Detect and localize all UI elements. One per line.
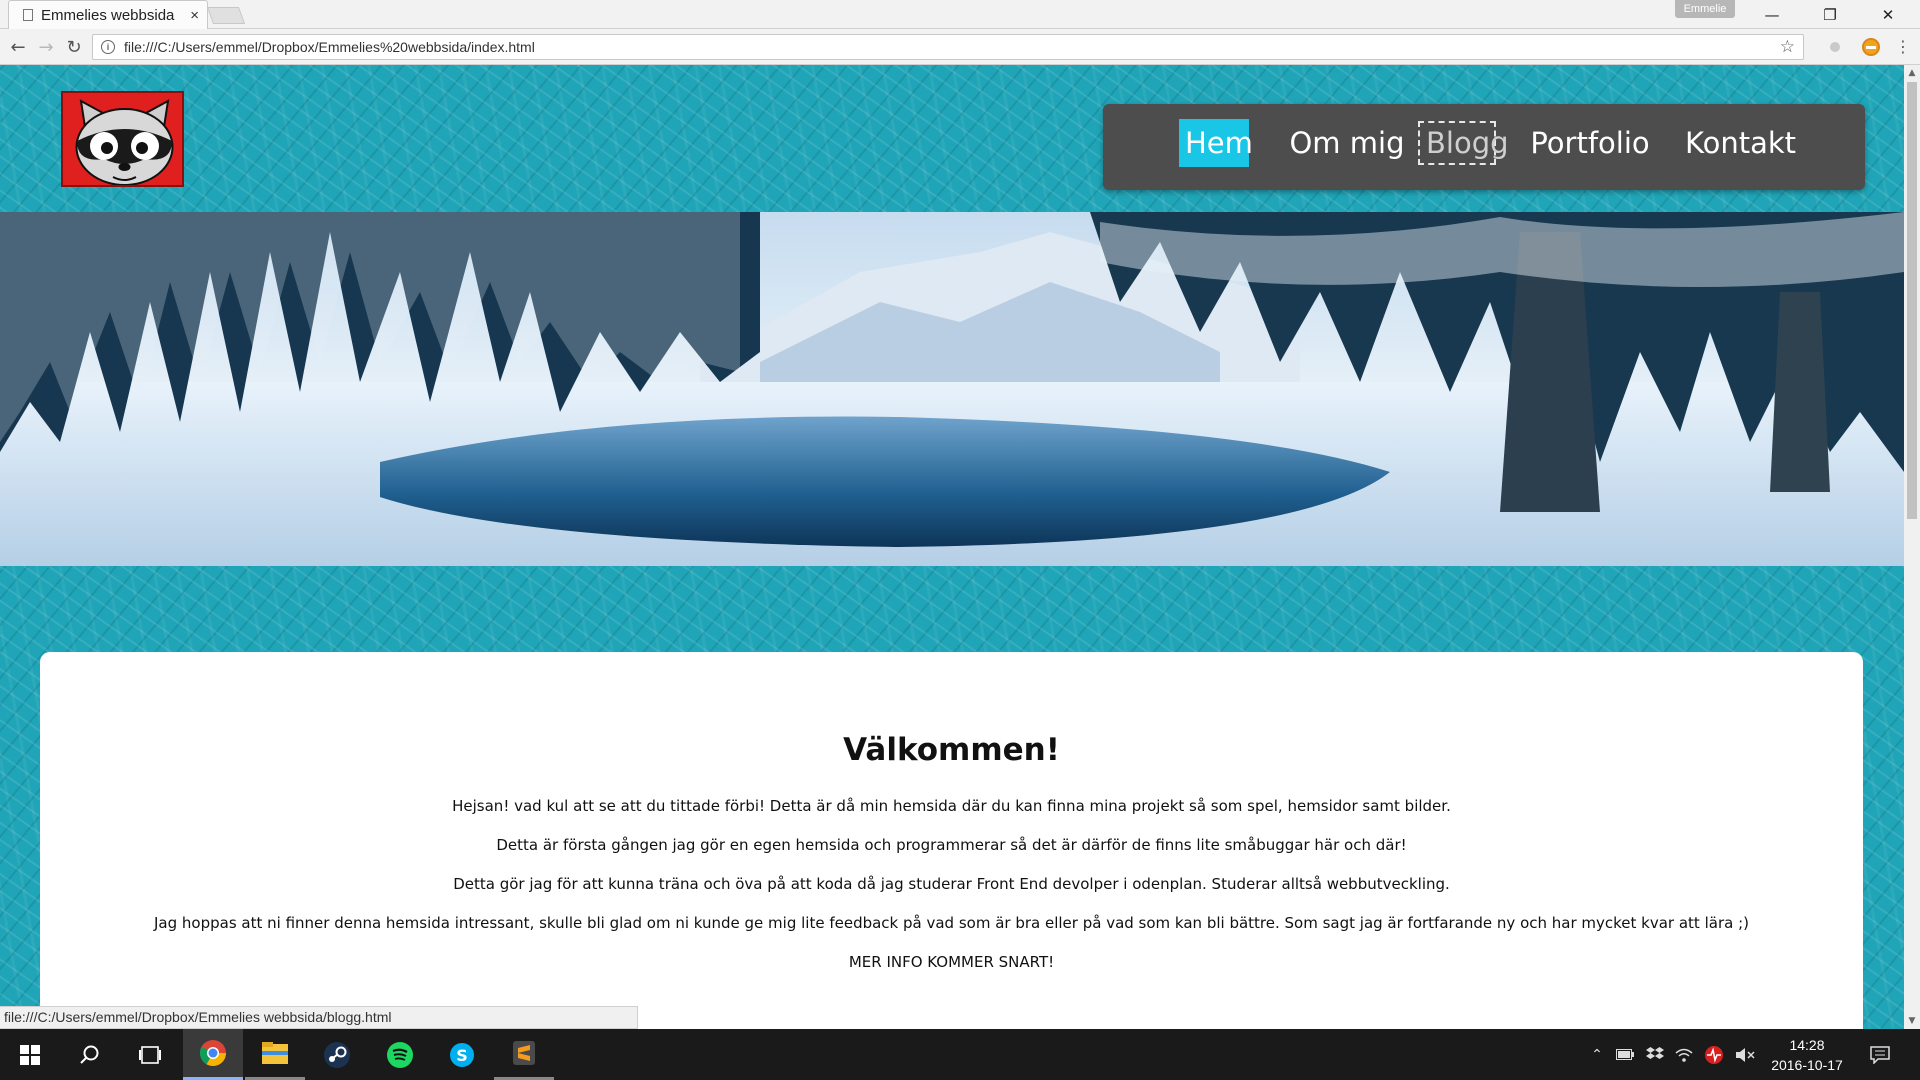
start-icon[interactable] — [0, 1029, 60, 1080]
reload-icon[interactable]: ↻ — [62, 35, 86, 59]
browser-menu-icon[interactable]: ⋮ — [1893, 36, 1913, 58]
scroll-up-arrow-icon[interactable]: ▲ — [1904, 65, 1920, 81]
search-icon[interactable] — [60, 1029, 120, 1080]
volume-muted-icon[interactable] — [1733, 1029, 1757, 1080]
scroll-thumb[interactable] — [1907, 82, 1917, 519]
nav-contact[interactable]: Kontakt — [1679, 119, 1801, 167]
hero-winter-landscape-image — [0, 212, 1904, 566]
address-bar[interactable]: i file:///C:/Users/emmel/Dropbox/Emmelie… — [92, 34, 1804, 60]
battery-icon[interactable] — [1613, 1029, 1637, 1080]
browser-tab[interactable]: Emmelies webbsida × — [8, 0, 208, 29]
spotify-icon[interactable] — [370, 1029, 430, 1080]
file-explorer-icon[interactable] — [245, 1029, 305, 1080]
minimize-icon[interactable]: — — [1743, 0, 1801, 29]
skype-icon[interactable]: S — [432, 1029, 492, 1080]
welcome-paragraph: Detta är första gången jag gör en egen h… — [496, 836, 1407, 854]
nav-portfolio[interactable]: Portfolio — [1522, 119, 1658, 167]
wifi-icon[interactable] — [1672, 1029, 1696, 1080]
windows-taskbar: S ⌃ 14:28 2016-10-17 — [0, 1029, 1920, 1080]
welcome-paragraph: Detta gör jag för att kunna träna och öv… — [453, 875, 1450, 893]
tab-close-icon[interactable]: × — [190, 7, 199, 24]
dropbox-icon[interactable] — [1643, 1029, 1667, 1080]
taskbar-clock[interactable]: 14:28 2016-10-17 — [1762, 1035, 1852, 1075]
action-center-icon[interactable] — [1865, 1029, 1895, 1080]
close-window-icon[interactable]: ✕ — [1859, 0, 1917, 29]
page-scrollbar[interactable]: ▲ ▼ — [1904, 65, 1920, 1029]
back-icon[interactable]: ← — [6, 35, 30, 59]
steam-icon[interactable] — [307, 1029, 367, 1080]
restore-icon[interactable]: ❐ — [1801, 0, 1859, 29]
welcome-paragraph: Hejsan! vad kul att se att du tittade fö… — [452, 797, 1451, 815]
show-hidden-icons-icon[interactable]: ⌃ — [1586, 1029, 1608, 1080]
raccoon-logo[interactable] — [61, 91, 184, 187]
welcome-card: Välkommen! Hejsan! vad kul att se att du… — [40, 652, 1863, 1029]
profile-badge[interactable]: Emmelie — [1675, 0, 1735, 18]
svg-text:S: S — [456, 1046, 468, 1065]
page-viewport: Hem Om mig Blogg Portfolio Kontakt Välko… — [0, 65, 1904, 1029]
chrome-icon[interactable] — [183, 1029, 243, 1080]
new-tab-button[interactable] — [206, 7, 246, 24]
nav-blog[interactable]: Blogg — [1418, 121, 1509, 165]
address-url[interactable]: file:///C:/Users/emmel/Dropbox/Emmelies%… — [124, 39, 1780, 55]
browser-toolbar: ← → ↻ i file:///C:/Users/emmel/Dropbox/E… — [0, 29, 1920, 65]
page-icon — [23, 9, 33, 21]
raccoon-logo-image — [63, 93, 182, 185]
task-view-icon[interactable] — [120, 1029, 180, 1080]
antivirus-icon[interactable] — [1702, 1029, 1726, 1080]
welcome-paragraph: Jag hoppas att ni finner denna hemsida i… — [154, 914, 1749, 932]
browser-tab-strip: Emmelies webbsida × Emmelie — ❐ ✕ — [0, 0, 1920, 29]
status-bar-link-preview: file:///C:/Users/emmel/Dropbox/Emmelies … — [0, 1006, 638, 1029]
adblock-extension-icon[interactable] — [1862, 38, 1880, 56]
sublime-text-icon[interactable] — [494, 1029, 554, 1080]
welcome-heading: Välkommen! — [843, 732, 1060, 768]
nav-home[interactable]: Hem — [1179, 119, 1253, 167]
info-icon[interactable]: i — [101, 40, 115, 54]
tab-title: Emmelies webbsida — [41, 6, 175, 24]
scroll-down-arrow-icon[interactable]: ▼ — [1904, 1013, 1920, 1029]
nav-about[interactable]: Om mig — [1276, 119, 1418, 167]
clock-date: 2016-10-17 — [1771, 1057, 1843, 1073]
forward-icon[interactable]: → — [34, 35, 58, 59]
bookmark-star-icon[interactable]: ☆ — [1780, 37, 1795, 57]
main-navigation: Hem Om mig Blogg Portfolio Kontakt — [1103, 104, 1865, 190]
welcome-paragraph: MER INFO KOMMER SNART! — [848, 953, 1055, 971]
clock-time: 14:28 — [1789, 1037, 1825, 1053]
extension-icon[interactable] — [1830, 42, 1840, 52]
